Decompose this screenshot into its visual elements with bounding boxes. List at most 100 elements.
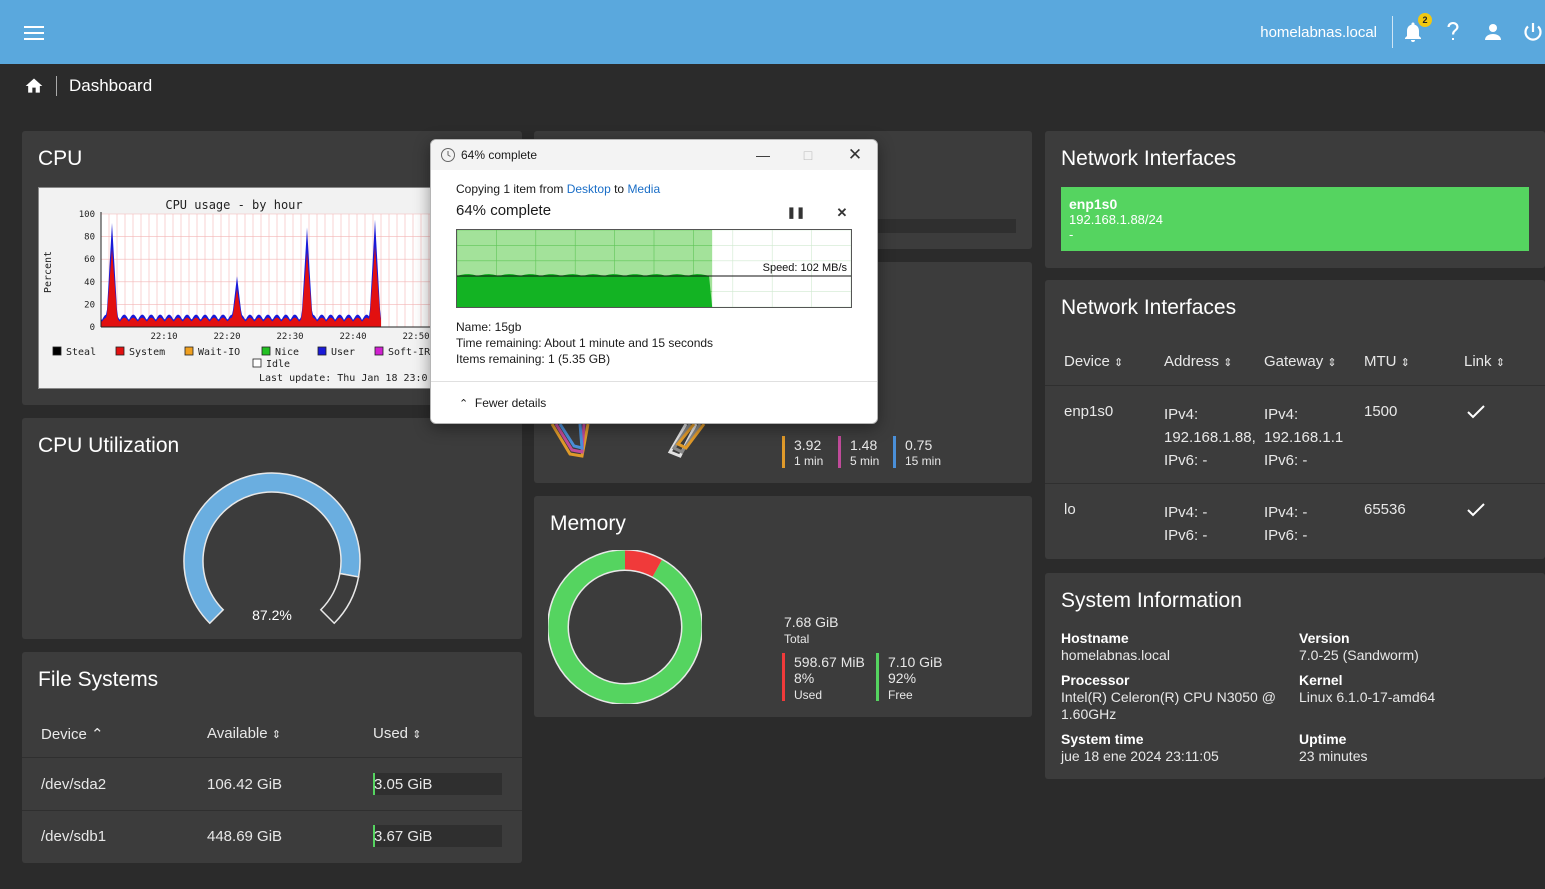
hostname-value: homelabnas.local <box>1061 647 1170 663</box>
file-systems-card: File Systems Device ⌃ Available ⇕ Used ⇕… <box>22 652 522 863</box>
file-systems-title: File Systems <box>38 668 159 691</box>
source-link[interactable]: Desktop <box>567 182 611 196</box>
cpu-legend-swatch <box>261 346 271 356</box>
net-row-device: lo <box>1064 501 1076 518</box>
cpu-graph-last-update: Last update: Thu Jan 18 23:0 <box>259 373 428 384</box>
home-icon[interactable] <box>24 76 44 96</box>
memory-title: Memory <box>550 512 626 535</box>
net-row-gateway: IPv4: 192.168.1.1 IPv6: - <box>1264 406 1344 469</box>
copy-items-remaining: Items remaining: 1 (5.35 GB) <box>456 352 611 366</box>
load-1: 3.92 1 min <box>794 437 824 469</box>
uptime-value: 23 minutes <box>1299 748 1368 764</box>
cpu-utilization-title: CPU Utilization <box>38 434 180 457</box>
copy-file-name: Name: 15gb <box>456 320 522 334</box>
sort-icon: ⇕ <box>1114 357 1124 369</box>
load-5-bar <box>838 436 841 468</box>
fs-row-used: 3.67 GiB <box>374 828 433 845</box>
cpu-x-tick: 22:40 <box>339 332 366 342</box>
cpu-y-tick: 80 <box>84 233 95 243</box>
copy-time-remaining: Time remaining: About 1 minute and 15 se… <box>456 336 714 350</box>
row-divider <box>1045 385 1545 386</box>
breadcrumb-separator <box>56 76 57 96</box>
cpu-legend-swatch <box>115 346 125 356</box>
net-header-device[interactable]: Device ⇕ <box>1064 353 1123 370</box>
minimize-icon[interactable]: — <box>748 144 778 166</box>
cpu-graph-title: CPU usage - by hour <box>165 198 302 212</box>
cpu-y-tick: 0 <box>90 323 95 333</box>
net-row-address: IPv4: 192.168.1.88, IPv6: - <box>1164 406 1256 469</box>
cpu-legend-swatch <box>252 358 262 368</box>
cpu-graph-svg: CPU usage - by hour Percent 100 80 60 40 20 0… <box>43 198 437 384</box>
cancel-copy-icon[interactable]: ✕ <box>827 202 857 224</box>
row-divider <box>22 810 522 811</box>
load-5: 1.48 5 min <box>850 437 880 469</box>
system-info-title: System Information <box>1061 589 1242 612</box>
help-icon[interactable] <box>1441 20 1465 44</box>
breadcrumb-title: Dashboard <box>69 76 153 95</box>
copy-speed: Speed: 102 MB/s <box>763 262 848 274</box>
version-value: 7.0-25 (Sandworm) <box>1299 647 1419 663</box>
fs-row-available: 448.69 GiB <box>207 828 283 845</box>
destination-link[interactable]: Media <box>627 182 660 196</box>
cpu-y-tick: 60 <box>84 255 95 265</box>
system-time-value: jue 18 ene 2024 23:11:05 <box>1061 748 1219 764</box>
clock-icon <box>441 148 455 162</box>
fs-header-used[interactable]: Used ⇕ <box>373 725 421 742</box>
cpu-y-tick: 100 <box>79 210 95 220</box>
chevron-up-icon: ⌃ <box>459 398 469 410</box>
cpu-legend-swatch <box>374 346 384 356</box>
cpu-legend-label: Idle <box>266 359 290 370</box>
cpu-utilization-card: CPU Utilization 87.2% <box>22 418 522 639</box>
progress-track <box>874 219 1016 233</box>
fs-row-device: /dev/sdb1 <box>41 828 107 845</box>
iface-extra: - <box>1069 227 1074 242</box>
maximize-icon: □ <box>803 147 813 163</box>
memory-total: 7.68 GiB Total <box>784 614 839 646</box>
dialog-footer: ⌃ Fewer details <box>431 381 877 423</box>
fs-row-available: 106.42 GiB <box>207 776 283 793</box>
net-header-mtu[interactable]: MTU ⇕ <box>1364 353 1410 370</box>
net-row-gateway: IPv4: - IPv6: - <box>1264 504 1308 544</box>
processor-label: Processor <box>1061 672 1130 688</box>
cpu-legend-swatch <box>52 346 62 356</box>
menu-icon[interactable] <box>24 26 44 40</box>
fs-used-bar: 3.67 GiB <box>373 825 502 847</box>
progress-text: 64% complete <box>456 202 552 219</box>
cpu-title: CPU <box>38 147 83 170</box>
notification-badge: 2 <box>1418 13 1432 27</box>
pause-icon[interactable]: ❚❚ <box>781 202 811 224</box>
dialog-title: 64% complete <box>461 148 538 162</box>
copy-speed-svg: Speed: 102 MB/s <box>457 230 851 307</box>
fewer-details-button[interactable]: ⌃ Fewer details <box>459 396 546 410</box>
sort-icon: ⇕ <box>1327 357 1337 369</box>
memory-free: 7.10 GiB 92% Free <box>888 654 943 702</box>
fs-header-available[interactable]: Available ⇕ <box>207 725 281 742</box>
cpu-utilization-gauge: 87.2% <box>183 472 361 625</box>
load-15-bar <box>893 436 896 468</box>
cpu-utilization-value: 87.2% <box>252 607 292 623</box>
dialog-titlebar[interactable]: 64% complete — □ ✕ <box>431 140 877 170</box>
sort-icon: ⇕ <box>1495 357 1505 369</box>
user-icon[interactable] <box>1481 20 1505 44</box>
kernel-value: Linux 6.1.0-17-amd64 <box>1299 689 1436 705</box>
top-app-bar: homelabnas.local 2 <box>0 0 1545 64</box>
network-table-title: Network Interfaces <box>1061 296 1237 319</box>
fs-header-device[interactable]: Device ⌃ <box>41 725 104 743</box>
sort-icon: ⇕ <box>1223 357 1233 369</box>
cpu-y-tick: 20 <box>84 300 95 310</box>
kernel-label: Kernel <box>1299 672 1343 688</box>
power-icon[interactable] <box>1521 20 1545 44</box>
net-row-mtu: 65536 <box>1364 501 1406 518</box>
net-header-link[interactable]: Link ⇕ <box>1464 353 1505 370</box>
sort-icon: ⇕ <box>412 729 422 741</box>
net-row-address: IPv4: - IPv6: - <box>1164 504 1208 544</box>
net-header-gateway[interactable]: Gateway ⇕ <box>1264 353 1337 370</box>
iface-tile[interactable]: enp1s0 192.168.1.88/24 - <box>1061 187 1529 251</box>
net-header-address[interactable]: Address ⇕ <box>1164 353 1232 370</box>
cpu-x-tick: 22:30 <box>276 332 303 342</box>
close-icon[interactable]: ✕ <box>840 144 870 166</box>
system-time-label: System time <box>1061 731 1144 747</box>
iface-address: 192.168.1.88/24 <box>1069 212 1163 227</box>
fs-row-device: /dev/sda2 <box>41 776 107 793</box>
cpu-legend-label: Wait-IO <box>198 347 240 358</box>
